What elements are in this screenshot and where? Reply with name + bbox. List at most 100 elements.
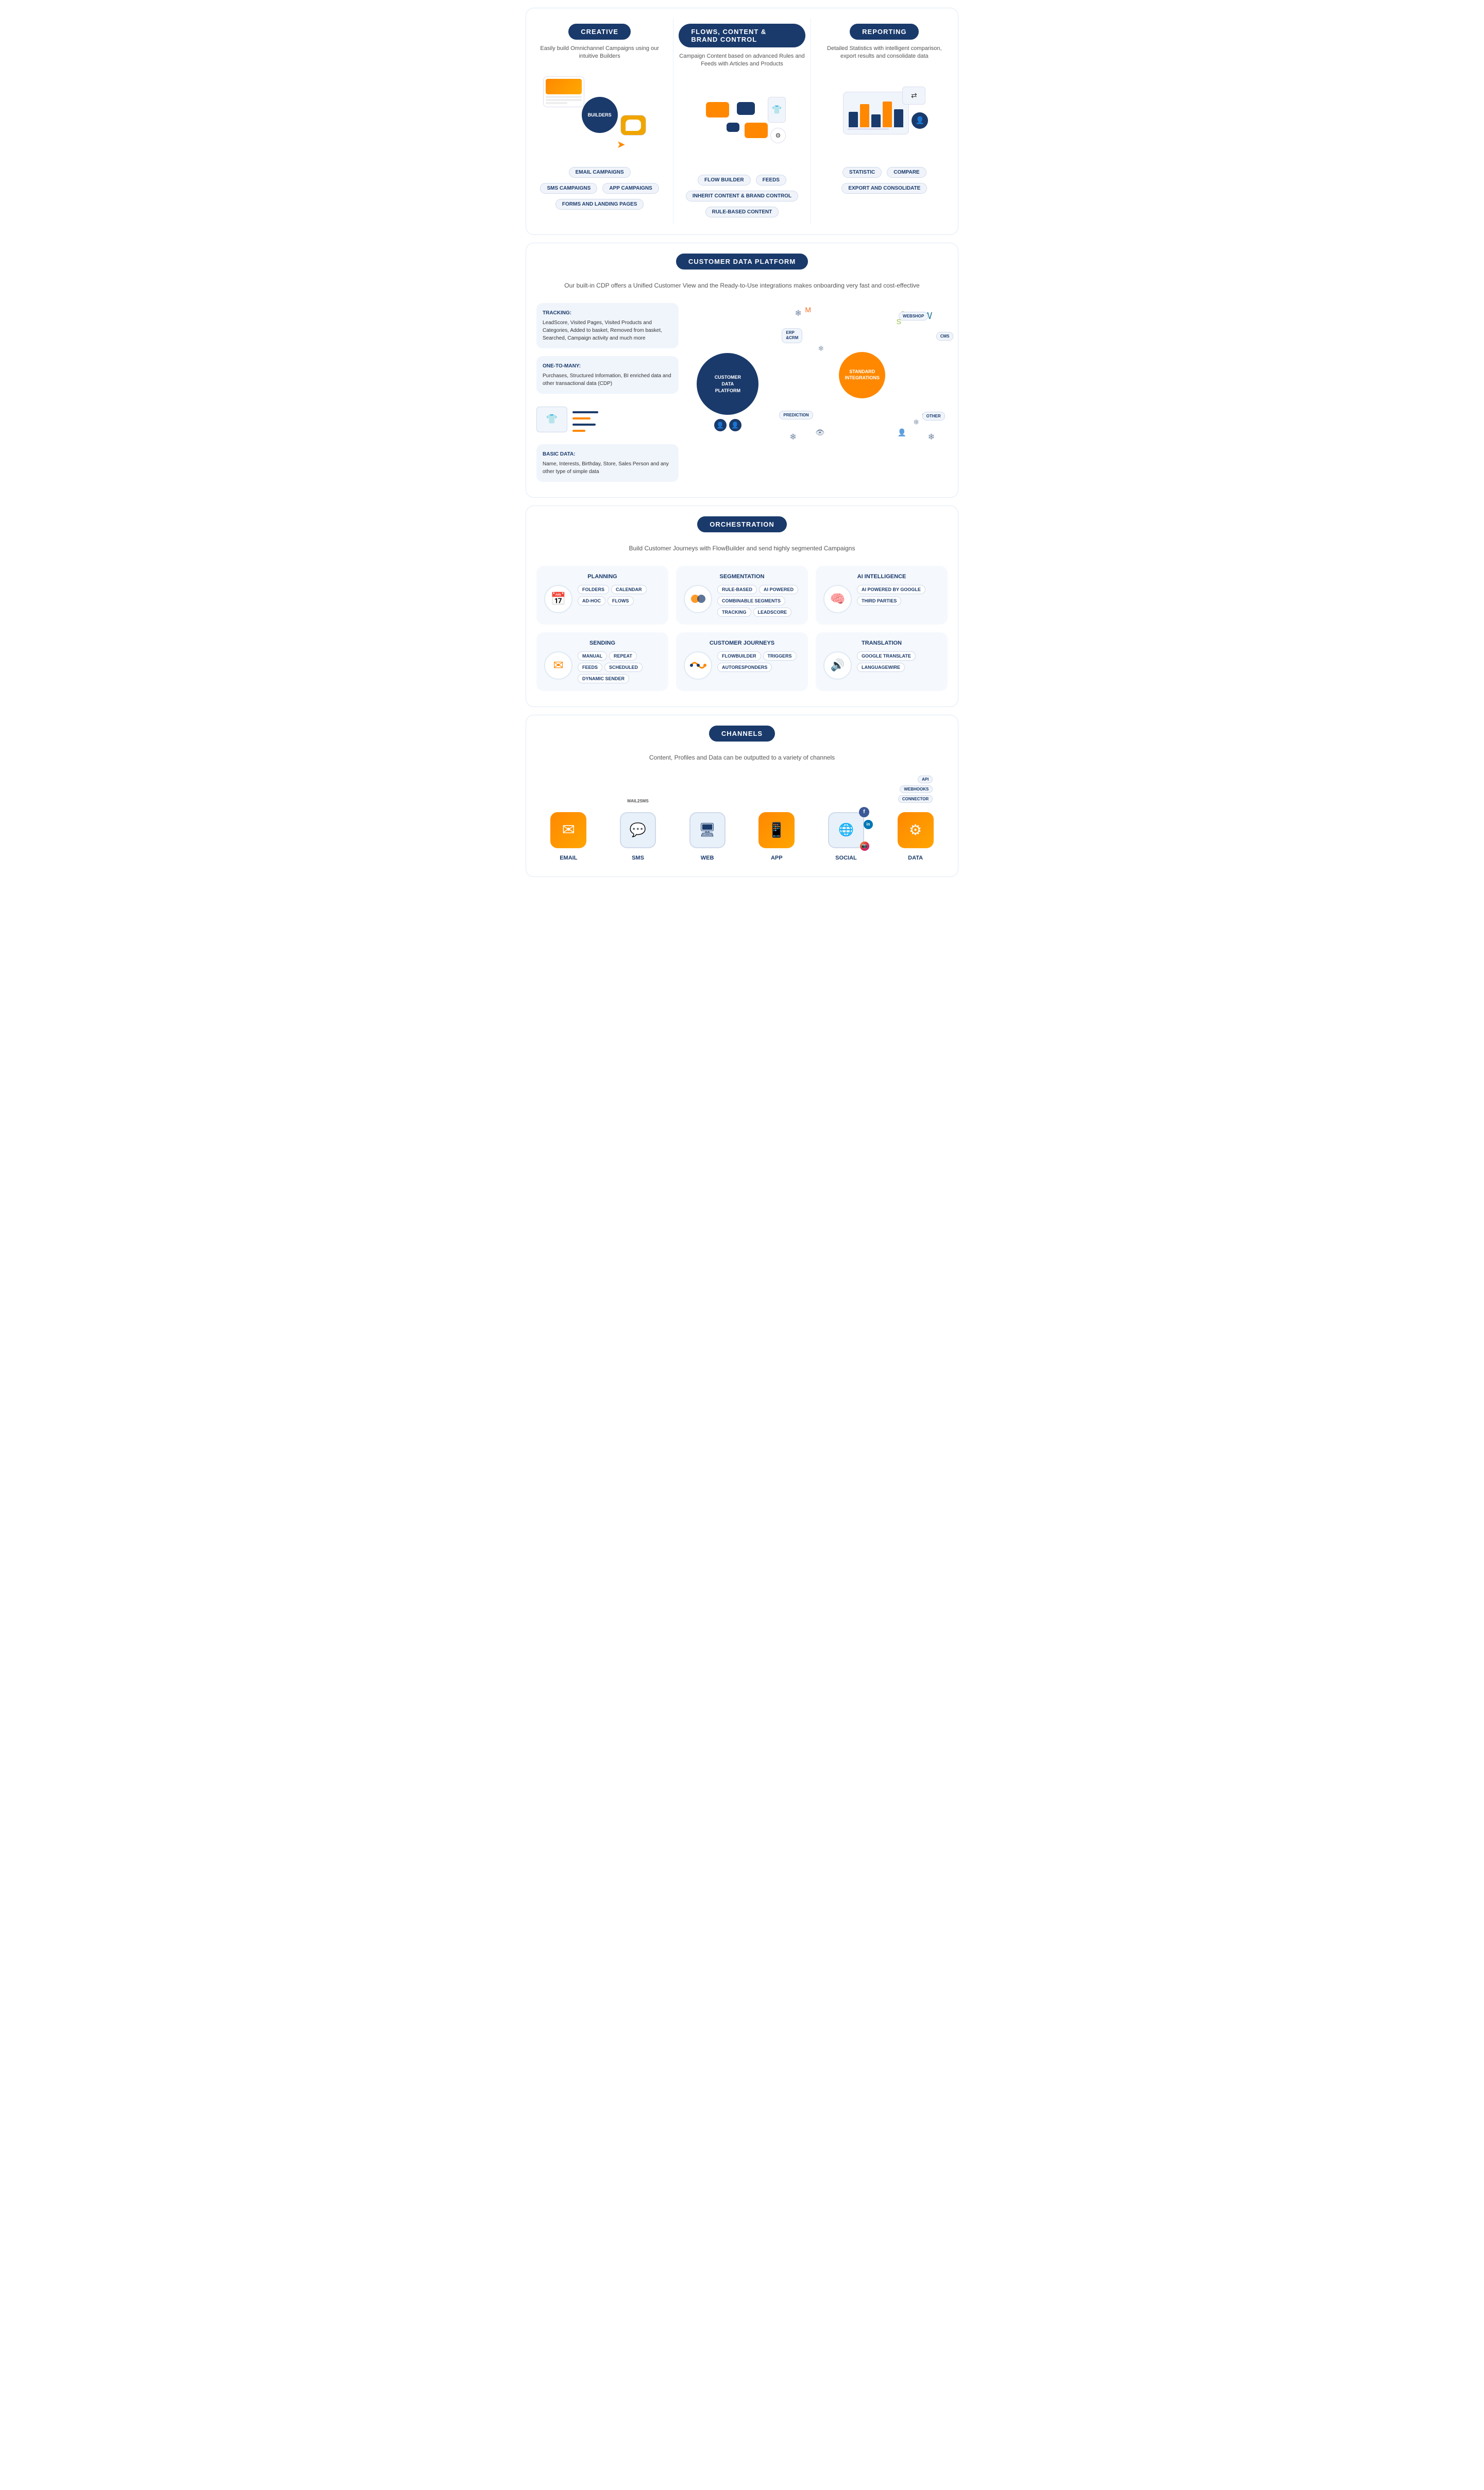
- channels-subtitle: Content, Profiles and Data can be output…: [536, 753, 948, 762]
- translation-title: TRANSLATION: [823, 640, 940, 646]
- social-channel-label: SOCIAL: [835, 855, 857, 861]
- sending-inner: ✉ MANUAL REPEAT FEEDS SCHEDULED DYNAMIC …: [544, 651, 661, 683]
- cdp-hub-area: CUSTOMER DATA PLATFORM 👤 👤: [697, 353, 758, 431]
- tag-connector: CONNECTOR: [898, 795, 933, 803]
- sms-channel-icon: 💬: [630, 822, 646, 838]
- top-three-cols: CREATIVE Easily build Omnichannel Campai…: [526, 8, 958, 234]
- journeys-tags: FLOWBUILDER TRIGGERS AUTORESPONDERS: [717, 651, 800, 672]
- flows-illustration: 👕 ⚙: [679, 81, 805, 164]
- webshop-label: WEBSHOP: [899, 312, 928, 321]
- segmentation-tags: RULE-BASED AI POWERED COMBINABLE SEGMENT…: [717, 585, 800, 617]
- web-icon-wrap: 🖥: [687, 810, 728, 851]
- bar2: [860, 104, 869, 127]
- ai-card: AI INTELLIGENCE 🧠 AI POWERED BY GOOGLE T…: [816, 566, 948, 625]
- bar1: [849, 112, 858, 127]
- webshop-group: 🛍 W WEBSHOP W: [899, 311, 932, 322]
- bar3: [871, 114, 881, 127]
- flow-block-1: [706, 102, 729, 117]
- cdp-user-icons: 👤 👤: [714, 419, 741, 431]
- facebook-icon: f: [859, 807, 869, 817]
- tag-dynamic-sender: DYNAMIC SENDER: [578, 674, 629, 683]
- avatar-1: 👤: [714, 419, 727, 431]
- bar-2: [572, 417, 591, 419]
- web-icon-bg: 🖥: [689, 812, 726, 848]
- feeds-box: 👕: [768, 97, 786, 123]
- cdp-hub-circle: CUSTOMER DATA PLATFORM: [697, 353, 758, 415]
- app-icon-bg: 📱: [758, 812, 795, 848]
- magento-icon: M: [805, 306, 811, 314]
- translate-icon: 🔊: [831, 659, 845, 672]
- tag-rule-based: RULE-BASED CONTENT: [705, 207, 779, 217]
- tag-flows: FLOWS: [608, 596, 634, 605]
- cms-group: CMS ◆: [936, 331, 942, 342]
- tag-flow-builder: FLOW BUILDER: [698, 175, 751, 186]
- tag-tracking-seg: TRACKING: [717, 608, 751, 617]
- flows-tags: FLOW BUILDER FEEDS INHERIT CONTENT & BRA…: [679, 173, 805, 219]
- tag-sms-campaigns: SMS CAMPAIGNS: [540, 183, 597, 194]
- social-icon-wrap: 🌐 f in 📷: [825, 810, 867, 851]
- ai-title: AI INTELLIGENCE: [823, 574, 940, 580]
- tag-flowbuilder: FLOWBUILDER: [717, 651, 761, 661]
- tag-feeds: FEEDS: [756, 175, 786, 186]
- line2: [546, 99, 582, 101]
- tag-triggers: TRIGGERS: [763, 651, 797, 661]
- bar5: [894, 109, 903, 127]
- chart-bars: [848, 96, 904, 127]
- segmentation-inner: RULE-BASED AI POWERED COMBINABLE SEGMENT…: [684, 585, 800, 617]
- cdp-center-hub: CUSTOMER DATA PLATFORM 👤 👤: [686, 303, 769, 482]
- journeys-title: CUSTOMER JOURNEYS: [684, 640, 800, 646]
- cdp-mid-illus: 👕: [536, 407, 679, 436]
- tag-feeds-send: FEEDS: [578, 663, 602, 672]
- mail2sms-tag: MAIL2SMS: [627, 799, 648, 803]
- translation-tags: GOOGLE TRANSLATE LANGUAGEWIRE: [857, 651, 940, 672]
- flows-subtitle: Campaign Content based on advanced Rules…: [679, 53, 805, 69]
- linkedin-icon: in: [864, 820, 873, 829]
- erp-group: ERP&CRM 📊 🔷: [782, 331, 801, 340]
- bar4: [883, 102, 892, 127]
- tag-folders: FOLDERS: [578, 585, 609, 594]
- flows-badge: FLOWS, CONTENT & BRAND CONTROL: [679, 24, 805, 47]
- user-star-icon: 👤: [898, 428, 906, 437]
- bar-3: [572, 424, 596, 426]
- web-channel-label: WEB: [701, 855, 714, 861]
- tag-languagewire: LANGUAGEWIRE: [857, 663, 905, 672]
- compare-icon: ⇄: [902, 87, 925, 105]
- data-channel-label: DATA: [908, 855, 923, 861]
- email-card: [543, 76, 584, 107]
- tag-autoresponders: AUTORESPONDERS: [717, 663, 772, 672]
- sms-icon-bg: 💬: [620, 812, 656, 848]
- envelope-icon: ✉: [553, 658, 563, 673]
- tag-google-translate: GOOGLE TRANSLATE: [857, 651, 916, 661]
- sending-icon: ✉: [544, 651, 572, 680]
- data-icon-wrap: ⚙: [895, 810, 936, 851]
- orch-badge: ORCHESTRATION: [697, 516, 786, 532]
- social-icon-bg: 🌐: [828, 812, 864, 848]
- segmentation-title: SEGMENTATION: [684, 574, 800, 580]
- orch-title-area: ORCHESTRATION: [536, 516, 948, 537]
- data-channel-icon: ⚙: [909, 821, 922, 838]
- sending-title: SENDING: [544, 640, 661, 646]
- email-icon-wrap: ✉: [548, 810, 589, 851]
- snowflake-1: ❄: [795, 308, 801, 318]
- basic-data-box: BASIC DATA: Name, Interests, Birthday, S…: [536, 444, 679, 482]
- cdp-badge: CUSTOMER DATA PLATFORM: [676, 254, 808, 270]
- email-img: [546, 79, 582, 94]
- channel-email: ✉ EMAIL: [548, 810, 589, 861]
- flows-col: FLOWS, CONTENT & BRAND CONTROL Campaign …: [673, 19, 811, 224]
- tag-leadscore: LEADSCORE: [753, 608, 792, 617]
- channel-social: 🌐 f in 📷 SOCIAL: [825, 810, 867, 861]
- sms-card: [620, 115, 646, 136]
- creative-illus-container: BUILDERS ➤: [543, 74, 656, 156]
- cdp-title-area: CUSTOMER DATA PLATFORM: [536, 254, 948, 275]
- reporting-illus-container: ⇄ 👤: [833, 74, 936, 156]
- tag-ad-hoc: AD-HOC: [578, 596, 605, 605]
- creative-col: CREATIVE Easily build Omnichannel Campai…: [531, 19, 668, 224]
- reporting-illustration: ⇄ 👤: [821, 74, 948, 156]
- tag-combinable: COMBINABLE SEGMENTS: [717, 596, 785, 605]
- app-icon-wrap: 📱: [756, 810, 797, 851]
- tag-rule-based-seg: RULE-BASED: [717, 585, 757, 594]
- journeys-icon: [684, 651, 712, 680]
- flows-illus-container: 👕 ⚙: [690, 81, 794, 164]
- cursor-icon: ➤: [617, 138, 626, 151]
- planning-icon: 📅: [544, 585, 572, 613]
